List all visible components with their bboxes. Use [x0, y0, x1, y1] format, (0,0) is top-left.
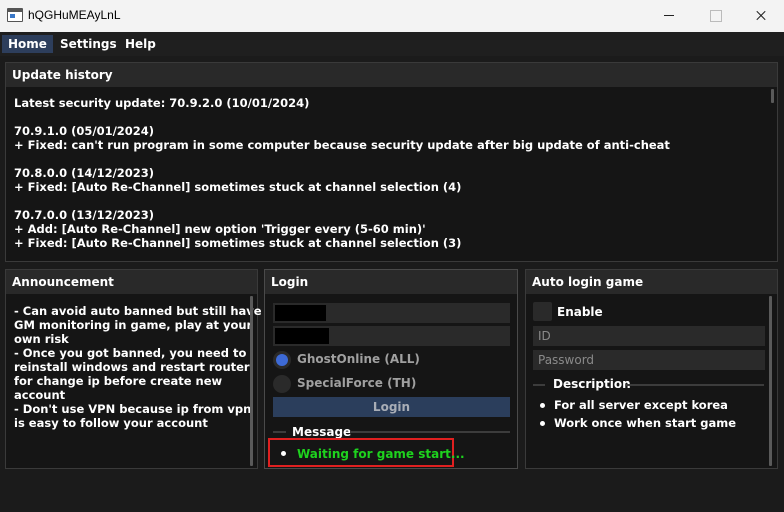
update-line: 70.7.0.0 (13/12/2023) [14, 208, 155, 222]
auto-login-panel: Auto login game Enable ID Password Descr… [525, 269, 778, 469]
maximize-icon[interactable] [692, 0, 738, 32]
minimize-icon[interactable] [646, 0, 692, 32]
description-separator-right [626, 384, 764, 386]
update-line: Latest security update: 70.9.2.0 (10/01/… [14, 96, 310, 110]
update-line [14, 152, 764, 166]
window-title: hQGHuMEAyLnL [28, 8, 121, 22]
message-separator-left [273, 431, 286, 433]
menu-home[interactable]: Home [2, 35, 53, 53]
update-history-title: Update history [6, 63, 777, 87]
announcement-line: - Don't use VPN because ip from vpn [14, 402, 252, 416]
server-option-specialforce[interactable]: SpecialForce (TH) [273, 374, 473, 394]
announcement-line: own risk [14, 332, 69, 346]
description-separator-left [533, 384, 545, 386]
menu-bar: Home Settings Help [0, 32, 784, 56]
login-title: Login [265, 270, 517, 294]
update-history-list: Latest security update: 70.9.2.0 (10/01/… [14, 96, 764, 250]
server-option-label: GhostOnline (ALL) [297, 352, 420, 366]
announcement-panel: Announcement - Can avoid auto banned but… [5, 269, 262, 469]
update-line [14, 194, 764, 208]
update-history-scrollbar[interactable] [771, 89, 774, 103]
radio-unchecked-icon[interactable] [273, 375, 291, 393]
update-line: + Fixed: [Auto Re-Channel] sometimes stu… [14, 236, 462, 250]
update-line [14, 110, 764, 124]
server-option-label: SpecialForce (TH) [297, 376, 417, 390]
bullet-icon [540, 421, 545, 426]
menu-settings[interactable]: Settings [54, 35, 123, 53]
password-field[interactable] [273, 326, 510, 346]
title-bar: hQGHuMEAyLnL [0, 0, 784, 32]
message-header: Message [292, 425, 352, 439]
username-redaction [275, 305, 326, 321]
enable-label: Enable [557, 305, 603, 319]
message-highlight-box: Waiting for game start... [268, 438, 465, 467]
bullet-icon [281, 451, 286, 456]
announcement-line: - Once you got banned, you need to [14, 346, 247, 360]
id-field[interactable]: ID [533, 326, 765, 346]
message-separator-right [350, 431, 510, 433]
announcement-line: GM monitoring in game, play at your [14, 318, 253, 332]
announcement-title: Announcement [6, 270, 257, 294]
login-panel: Login GhostOnline (ALL) SpecialForce (TH… [264, 269, 518, 469]
radio-checked-icon[interactable] [273, 351, 291, 369]
update-line: 70.9.1.0 (05/01/2024) [14, 124, 155, 138]
auto-password-field[interactable]: Password [533, 350, 765, 370]
announcement-line: - Can avoid auto banned but still have [14, 304, 262, 318]
update-line: 70.8.0.0 (14/12/2023) [14, 166, 155, 180]
auto-login-scrollbar[interactable] [769, 296, 772, 466]
announcement-line: reinstall windows and restart router [14, 360, 250, 374]
description-item: Work once when start game [554, 416, 737, 430]
bullet-icon [540, 403, 545, 408]
enable-checkbox[interactable] [533, 302, 552, 321]
description-item: For all server except korea [554, 398, 728, 412]
announcement-scrollbar[interactable] [250, 296, 253, 466]
announcement-line: account [14, 388, 66, 402]
menu-help[interactable]: Help [119, 35, 162, 53]
password-redaction [275, 328, 329, 344]
app-window-icon [7, 8, 23, 22]
update-line: + Fixed: [Auto Re-Channel] sometimes stu… [14, 180, 462, 194]
announcement-text: - Can avoid auto banned but still have G… [14, 304, 262, 430]
status-message: Waiting for game start... [297, 447, 465, 461]
server-option-ghostonline[interactable]: GhostOnline (ALL) [273, 350, 473, 370]
login-button[interactable]: Login [273, 397, 510, 417]
announcement-line: is easy to follow your account [14, 416, 208, 430]
auto-login-title: Auto login game [526, 270, 777, 294]
announcement-line: for change ip before create new [14, 374, 223, 388]
username-field[interactable] [273, 303, 510, 323]
update-line: + Add: [Auto Re-Channel] new option 'Tri… [14, 222, 426, 236]
update-history-panel: Update history Latest security update: 7… [5, 62, 778, 262]
description-header: Description [553, 377, 631, 391]
close-icon[interactable] [738, 0, 784, 32]
update-line: + Fixed: can't run program in some compu… [14, 138, 670, 152]
